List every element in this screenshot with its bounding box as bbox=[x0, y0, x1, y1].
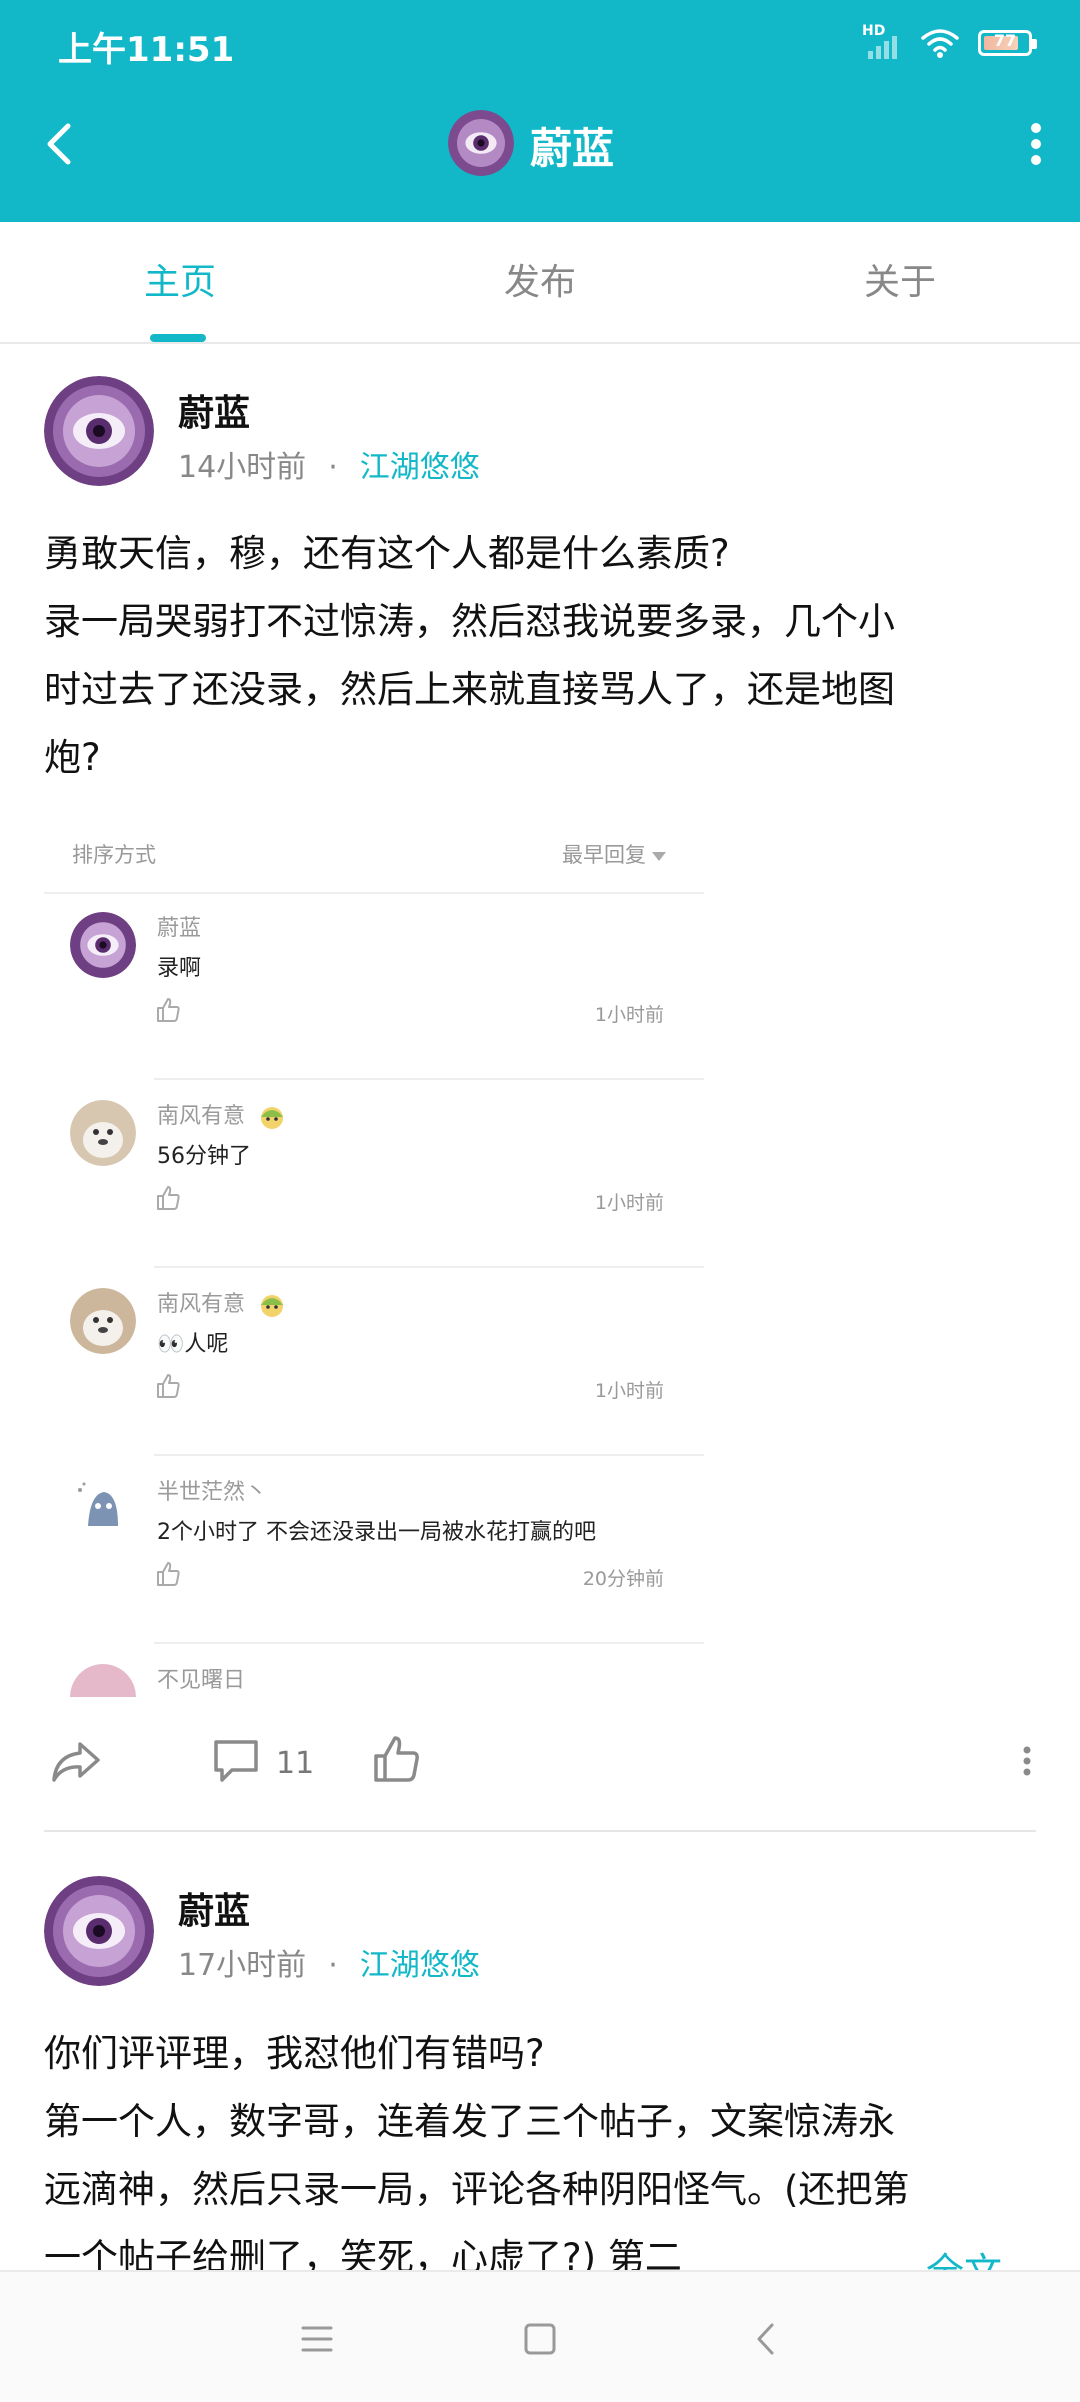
more-options-button[interactable] bbox=[1012, 110, 1060, 180]
comment-item: 南风有意 👀人呢 1小时前 bbox=[44, 1268, 704, 1456]
comment-author: 半世茫然丶 bbox=[157, 1480, 268, 1505]
like-icon[interactable] bbox=[368, 1730, 424, 1790]
post-line: 时过去了还没录，然后上来就直接骂人了，还是地图 bbox=[44, 668, 895, 711]
sort-value: 最早回复 bbox=[562, 839, 666, 869]
tab-home[interactable]: 主页 bbox=[0, 222, 360, 342]
comment-time: 1小时前 bbox=[594, 1004, 664, 1026]
post-time: 14小时前 bbox=[178, 450, 307, 485]
comment-author: 不见曙日 bbox=[157, 1668, 246, 1693]
author-avatar[interactable] bbox=[44, 1876, 154, 1986]
status-time: 上午11:51 bbox=[58, 30, 235, 70]
comment-avatar bbox=[70, 912, 136, 978]
comment-time: 1小时前 bbox=[594, 1380, 664, 1402]
post-time: 17小时前 bbox=[178, 1948, 307, 1983]
comment-author: 南风有意 bbox=[157, 1286, 286, 1319]
app-header: 上午11:51 HD 77 蔚蓝 bbox=[0, 0, 1080, 222]
header-title: 蔚蓝 bbox=[530, 124, 615, 173]
cellular-signal-icon: HD bbox=[862, 23, 902, 61]
emoji-badge-icon bbox=[261, 1295, 284, 1317]
sort-bar: 排序方式 最早回复 bbox=[44, 812, 704, 894]
back-button[interactable] bbox=[34, 110, 90, 178]
comment-item: 蔚蓝 录啊 1小时前 bbox=[44, 892, 704, 1080]
profile-tabs: 主页 发布 关于 bbox=[0, 222, 1080, 344]
meta-separator: · bbox=[328, 1948, 338, 1983]
post-meta: 17小时前 · 江湖悠悠 bbox=[178, 1940, 480, 1984]
menu-icon[interactable] bbox=[290, 2312, 344, 2366]
comment-time: 20分钟前 bbox=[582, 1568, 664, 1590]
comment-time: 1小时前 bbox=[594, 1192, 664, 1214]
more-vertical-icon bbox=[1031, 123, 1041, 165]
comment-item: 半世茫然丶 2个小时了 不会还没录出一局被水花打赢的吧 20分钟前 bbox=[44, 1456, 704, 1644]
nav-back-icon[interactable] bbox=[740, 2312, 794, 2366]
post-line: 第一个人，数字哥，连着发了三个帖子，文案惊涛永 bbox=[44, 2100, 895, 2143]
post-line: 炮? bbox=[44, 736, 101, 779]
category-tag[interactable]: 江湖悠悠 bbox=[360, 1948, 480, 1983]
comment-avatar bbox=[70, 1288, 136, 1354]
thumbs-up-icon bbox=[157, 1562, 180, 1586]
comment-text: 👀人呢 bbox=[157, 1332, 229, 1357]
sort-label: 排序方式 bbox=[72, 843, 156, 867]
thumbs-up-icon bbox=[157, 1186, 180, 1210]
post-more-icon[interactable] bbox=[1012, 1730, 1042, 1790]
author-name[interactable]: 蔚蓝 bbox=[178, 384, 250, 436]
comment-avatar bbox=[70, 1664, 136, 1697]
comment-text: 56分钟了 bbox=[157, 1144, 251, 1169]
share-icon[interactable] bbox=[46, 1730, 106, 1790]
active-tab-indicator bbox=[150, 334, 206, 342]
comment-text: 录啊 bbox=[157, 956, 202, 981]
post-body[interactable]: 你们评评理，我怼他们有错吗? 第一个人，数字哥，连着发了三个帖子，文案惊涛永 远… bbox=[44, 2020, 1044, 2270]
post-body[interactable]: 勇敢天信，穆，还有这个人都是什么素质? 录一局哭弱打不过惊涛，然后怼我说要多录，… bbox=[44, 520, 1044, 792]
post-meta: 14小时前 · 江湖悠悠 bbox=[178, 442, 480, 486]
battery-level: 77 bbox=[993, 31, 1017, 50]
post-line: 远滴神，然后只录一局，评论各种阴阳怪气。(还把第 bbox=[44, 2168, 910, 2211]
post-line: 勇敢天信，穆，还有这个人都是什么素质? bbox=[44, 532, 730, 575]
tab-about[interactable]: 关于 bbox=[720, 222, 1080, 342]
thumbs-up-icon bbox=[157, 998, 180, 1022]
post-line: 你们评评理，我怼他们有错吗? bbox=[44, 2032, 545, 2075]
chevron-left-icon bbox=[47, 123, 71, 165]
tab-posts[interactable]: 发布 bbox=[360, 222, 720, 342]
meta-separator: · bbox=[328, 450, 338, 485]
post-actions: 11 bbox=[0, 1720, 1080, 1806]
post-divider bbox=[44, 1830, 1036, 1832]
comment-avatar bbox=[70, 1476, 136, 1542]
thumbs-up-icon bbox=[157, 1374, 180, 1398]
author-avatar[interactable] bbox=[44, 376, 154, 486]
system-nav-bar bbox=[0, 2270, 1080, 2402]
wifi-icon bbox=[921, 29, 959, 58]
post-image[interactable]: 排序方式 最早回复 蔚蓝 录啊 1小时前 南风有意 56分钟了 1小时前 南风有… bbox=[44, 812, 704, 1697]
comment-item: 南风有意 56分钟了 1小时前 bbox=[44, 1080, 704, 1268]
comment-icon[interactable] bbox=[208, 1730, 264, 1790]
comment-text: 2个小时了 不会还没录出一局被水花打赢的吧 bbox=[157, 1520, 596, 1545]
author-name[interactable]: 蔚蓝 bbox=[178, 1882, 250, 1934]
comment-avatar bbox=[70, 1100, 136, 1166]
header-avatar bbox=[448, 110, 514, 176]
caret-down-icon bbox=[652, 851, 666, 861]
emoji-badge-icon bbox=[261, 1107, 284, 1129]
status-icons: HD 77 bbox=[862, 22, 1037, 64]
home-square-icon[interactable] bbox=[513, 2312, 567, 2366]
category-tag[interactable]: 江湖悠悠 bbox=[360, 450, 480, 485]
comment-author: 蔚蓝 bbox=[157, 916, 202, 941]
comment-item: 不见曙日 bbox=[44, 1644, 704, 1697]
battery-icon: 77 bbox=[978, 30, 1037, 56]
comment-count: 11 bbox=[276, 1746, 315, 1781]
comment-author: 南风有意 bbox=[157, 1098, 286, 1131]
post-line: 录一局哭弱打不过惊涛，然后怼我说要多录，几个小 bbox=[44, 600, 895, 643]
